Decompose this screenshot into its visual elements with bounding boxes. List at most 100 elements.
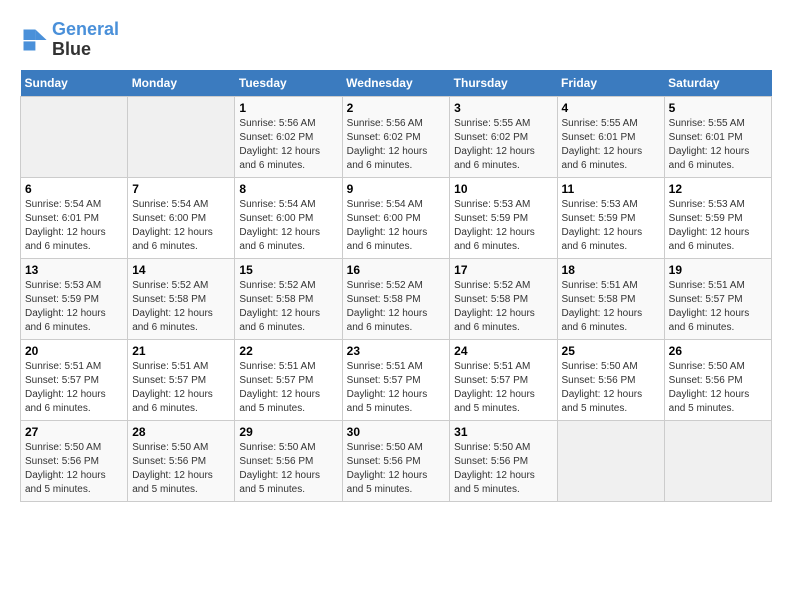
calendar-week-4: 20 Sunrise: 5:51 AMSunset: 5:57 PMDaylig…: [21, 339, 772, 420]
day-number: 10: [454, 182, 552, 196]
calendar-week-3: 13 Sunrise: 5:53 AMSunset: 5:59 PMDaylig…: [21, 258, 772, 339]
day-info: Sunrise: 5:52 AMSunset: 5:58 PMDaylight:…: [239, 279, 337, 335]
day-number: 16: [347, 263, 446, 277]
calendar-cell: 1 Sunrise: 5:56 AMSunset: 6:02 PMDayligh…: [235, 96, 342, 177]
day-info: Sunrise: 5:51 AMSunset: 5:57 PMDaylight:…: [239, 360, 337, 416]
day-number: 30: [347, 425, 446, 439]
calendar-cell: 25 Sunrise: 5:50 AMSunset: 5:56 PMDaylig…: [557, 339, 664, 420]
calendar-cell: 3 Sunrise: 5:55 AMSunset: 6:02 PMDayligh…: [450, 96, 557, 177]
day-number: 3: [454, 101, 552, 115]
day-info: Sunrise: 5:56 AMSunset: 6:02 PMDaylight:…: [239, 117, 337, 173]
day-number: 19: [669, 263, 767, 277]
calendar-cell: 12 Sunrise: 5:53 AMSunset: 5:59 PMDaylig…: [664, 177, 771, 258]
day-info: Sunrise: 5:53 AMSunset: 5:59 PMDaylight:…: [25, 279, 123, 335]
calendar-cell: [557, 420, 664, 501]
day-number: 18: [562, 263, 660, 277]
day-info: Sunrise: 5:54 AMSunset: 6:01 PMDaylight:…: [25, 198, 123, 254]
calendar-cell: 23 Sunrise: 5:51 AMSunset: 5:57 PMDaylig…: [342, 339, 450, 420]
day-info: Sunrise: 5:50 AMSunset: 5:56 PMDaylight:…: [669, 360, 767, 416]
calendar-cell: 27 Sunrise: 5:50 AMSunset: 5:56 PMDaylig…: [21, 420, 128, 501]
day-number: 5: [669, 101, 767, 115]
calendar-cell: [128, 96, 235, 177]
calendar-cell: 13 Sunrise: 5:53 AMSunset: 5:59 PMDaylig…: [21, 258, 128, 339]
day-info: Sunrise: 5:50 AMSunset: 5:56 PMDaylight:…: [132, 441, 230, 497]
calendar-cell: 8 Sunrise: 5:54 AMSunset: 6:00 PMDayligh…: [235, 177, 342, 258]
day-number: 27: [25, 425, 123, 439]
calendar-cell: 24 Sunrise: 5:51 AMSunset: 5:57 PMDaylig…: [450, 339, 557, 420]
calendar-cell: 9 Sunrise: 5:54 AMSunset: 6:00 PMDayligh…: [342, 177, 450, 258]
day-info: Sunrise: 5:51 AMSunset: 5:57 PMDaylight:…: [669, 279, 767, 335]
day-number: 7: [132, 182, 230, 196]
day-number: 6: [25, 182, 123, 196]
day-number: 23: [347, 344, 446, 358]
day-info: Sunrise: 5:53 AMSunset: 5:59 PMDaylight:…: [562, 198, 660, 254]
day-number: 8: [239, 182, 337, 196]
calendar-cell: 28 Sunrise: 5:50 AMSunset: 5:56 PMDaylig…: [128, 420, 235, 501]
day-header-thursday: Thursday: [450, 70, 557, 97]
day-info: Sunrise: 5:51 AMSunset: 5:57 PMDaylight:…: [132, 360, 230, 416]
calendar-cell: 2 Sunrise: 5:56 AMSunset: 6:02 PMDayligh…: [342, 96, 450, 177]
day-number: 13: [25, 263, 123, 277]
calendar-header: SundayMondayTuesdayWednesdayThursdayFrid…: [21, 70, 772, 97]
day-info: Sunrise: 5:50 AMSunset: 5:56 PMDaylight:…: [239, 441, 337, 497]
day-info: Sunrise: 5:51 AMSunset: 5:57 PMDaylight:…: [347, 360, 446, 416]
day-info: Sunrise: 5:53 AMSunset: 5:59 PMDaylight:…: [669, 198, 767, 254]
day-number: 14: [132, 263, 230, 277]
day-info: Sunrise: 5:54 AMSunset: 6:00 PMDaylight:…: [132, 198, 230, 254]
day-number: 4: [562, 101, 660, 115]
day-number: 12: [669, 182, 767, 196]
day-info: Sunrise: 5:51 AMSunset: 5:58 PMDaylight:…: [562, 279, 660, 335]
day-info: Sunrise: 5:50 AMSunset: 5:56 PMDaylight:…: [347, 441, 446, 497]
calendar-cell: 5 Sunrise: 5:55 AMSunset: 6:01 PMDayligh…: [664, 96, 771, 177]
calendar-week-1: 1 Sunrise: 5:56 AMSunset: 6:02 PMDayligh…: [21, 96, 772, 177]
calendar-cell: 31 Sunrise: 5:50 AMSunset: 5:56 PMDaylig…: [450, 420, 557, 501]
calendar-cell: 30 Sunrise: 5:50 AMSunset: 5:56 PMDaylig…: [342, 420, 450, 501]
page-header: General Blue: [20, 20, 772, 60]
day-info: Sunrise: 5:53 AMSunset: 5:59 PMDaylight:…: [454, 198, 552, 254]
day-info: Sunrise: 5:55 AMSunset: 6:01 PMDaylight:…: [669, 117, 767, 173]
day-info: Sunrise: 5:56 AMSunset: 6:02 PMDaylight:…: [347, 117, 446, 173]
day-number: 31: [454, 425, 552, 439]
day-header-wednesday: Wednesday: [342, 70, 450, 97]
calendar-cell: 26 Sunrise: 5:50 AMSunset: 5:56 PMDaylig…: [664, 339, 771, 420]
day-number: 24: [454, 344, 552, 358]
day-info: Sunrise: 5:50 AMSunset: 5:56 PMDaylight:…: [25, 441, 123, 497]
calendar-cell: 22 Sunrise: 5:51 AMSunset: 5:57 PMDaylig…: [235, 339, 342, 420]
calendar-cell: 18 Sunrise: 5:51 AMSunset: 5:58 PMDaylig…: [557, 258, 664, 339]
calendar-cell: 29 Sunrise: 5:50 AMSunset: 5:56 PMDaylig…: [235, 420, 342, 501]
day-number: 9: [347, 182, 446, 196]
calendar-cell: 17 Sunrise: 5:52 AMSunset: 5:58 PMDaylig…: [450, 258, 557, 339]
day-header-saturday: Saturday: [664, 70, 771, 97]
day-info: Sunrise: 5:50 AMSunset: 5:56 PMDaylight:…: [454, 441, 552, 497]
day-info: Sunrise: 5:50 AMSunset: 5:56 PMDaylight:…: [562, 360, 660, 416]
day-number: 25: [562, 344, 660, 358]
day-number: 15: [239, 263, 337, 277]
day-number: 26: [669, 344, 767, 358]
day-header-tuesday: Tuesday: [235, 70, 342, 97]
day-info: Sunrise: 5:52 AMSunset: 5:58 PMDaylight:…: [454, 279, 552, 335]
logo-text: General Blue: [52, 20, 119, 60]
calendar-cell: 21 Sunrise: 5:51 AMSunset: 5:57 PMDaylig…: [128, 339, 235, 420]
day-header-sunday: Sunday: [21, 70, 128, 97]
day-number: 20: [25, 344, 123, 358]
calendar-cell: 15 Sunrise: 5:52 AMSunset: 5:58 PMDaylig…: [235, 258, 342, 339]
calendar-cell: [21, 96, 128, 177]
calendar-cell: 7 Sunrise: 5:54 AMSunset: 6:00 PMDayligh…: [128, 177, 235, 258]
day-number: 17: [454, 263, 552, 277]
calendar-cell: 20 Sunrise: 5:51 AMSunset: 5:57 PMDaylig…: [21, 339, 128, 420]
day-number: 1: [239, 101, 337, 115]
calendar-cell: [664, 420, 771, 501]
day-number: 21: [132, 344, 230, 358]
day-info: Sunrise: 5:52 AMSunset: 5:58 PMDaylight:…: [347, 279, 446, 335]
day-info: Sunrise: 5:55 AMSunset: 6:01 PMDaylight:…: [562, 117, 660, 173]
day-info: Sunrise: 5:52 AMSunset: 5:58 PMDaylight:…: [132, 279, 230, 335]
day-header-friday: Friday: [557, 70, 664, 97]
calendar-cell: 10 Sunrise: 5:53 AMSunset: 5:59 PMDaylig…: [450, 177, 557, 258]
logo-icon: [20, 26, 48, 54]
calendar-cell: 14 Sunrise: 5:52 AMSunset: 5:58 PMDaylig…: [128, 258, 235, 339]
calendar-cell: 11 Sunrise: 5:53 AMSunset: 5:59 PMDaylig…: [557, 177, 664, 258]
day-info: Sunrise: 5:54 AMSunset: 6:00 PMDaylight:…: [239, 198, 337, 254]
calendar-cell: 6 Sunrise: 5:54 AMSunset: 6:01 PMDayligh…: [21, 177, 128, 258]
calendar-week-2: 6 Sunrise: 5:54 AMSunset: 6:01 PMDayligh…: [21, 177, 772, 258]
day-info: Sunrise: 5:54 AMSunset: 6:00 PMDaylight:…: [347, 198, 446, 254]
